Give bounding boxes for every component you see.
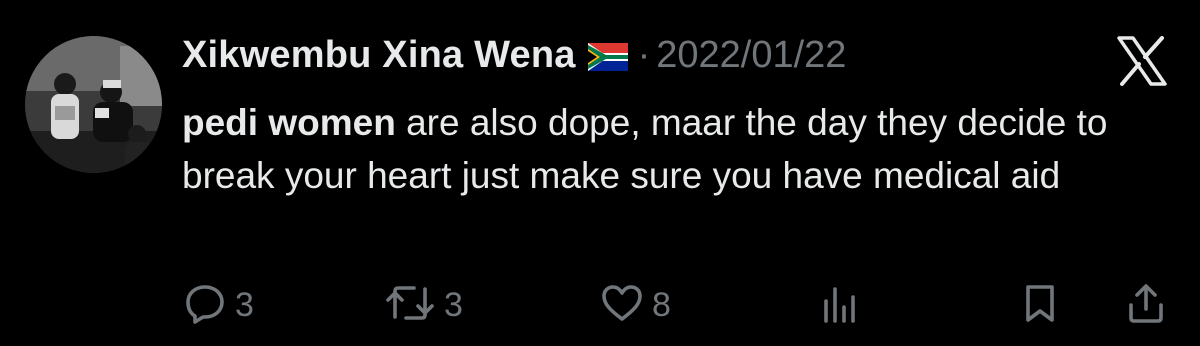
tweet-text-bold: pedi women — [182, 102, 396, 143]
bookmark-button[interactable] — [1020, 280, 1060, 330]
views-button[interactable] — [822, 280, 858, 330]
reply-icon — [183, 281, 227, 330]
like-count: 8 — [652, 285, 671, 324]
share-button[interactable] — [1126, 280, 1166, 330]
tweet-header: Xikwembu Xina Wena · 2022/01/22 — [182, 30, 846, 80]
author-display-name[interactable]: Xikwembu Xina Wena — [182, 34, 576, 77]
heart-icon — [600, 281, 644, 330]
tweet-text: pedi women are also dope, maar the day t… — [182, 96, 1142, 202]
south-africa-flag-icon — [587, 43, 628, 71]
avatar-photo — [25, 36, 162, 173]
retweet-count: 3 — [444, 285, 463, 324]
avatar[interactable] — [25, 36, 162, 173]
views-chart-icon — [822, 281, 858, 330]
header-separator: · — [637, 33, 651, 76]
retweet-button[interactable]: 3 — [384, 280, 463, 330]
tweet-card[interactable]: Xikwembu Xina Wena · 2022/01/22 pedi wom… — [0, 0, 1200, 346]
retweet-icon — [384, 281, 436, 330]
reply-button[interactable]: 3 — [183, 280, 254, 330]
like-button[interactable]: 8 — [600, 280, 671, 330]
tweet-actions-bar: 3 3 8 — [0, 280, 1200, 330]
bookmark-icon — [1020, 281, 1060, 330]
tweet-date[interactable]: 2022/01/22 — [656, 34, 846, 77]
reply-count: 3 — [235, 285, 254, 324]
share-icon — [1126, 281, 1166, 330]
x-logo-icon[interactable] — [1116, 36, 1168, 86]
